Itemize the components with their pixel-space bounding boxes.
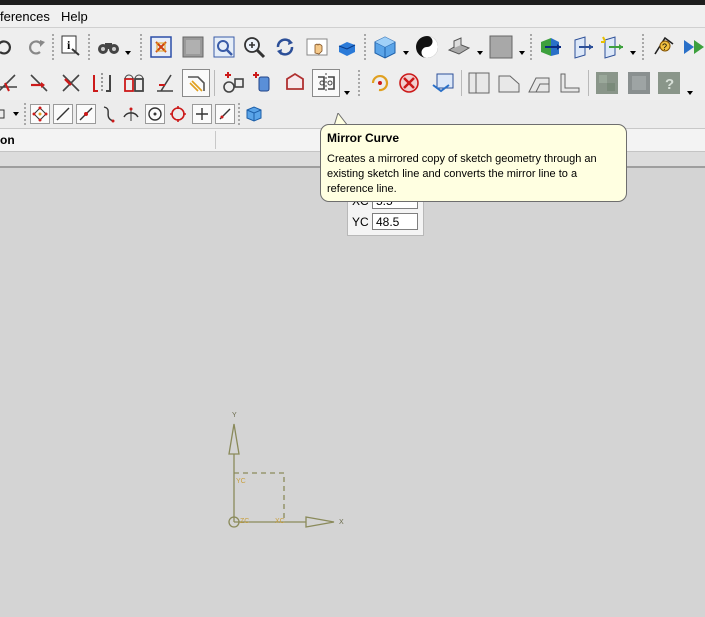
blend-icon[interactable]: [626, 70, 652, 96]
tooltip-title: Mirror Curve: [327, 131, 400, 145]
rectangle-icon[interactable]: [526, 70, 552, 96]
texture-icon[interactable]: [594, 70, 620, 96]
selection-icon[interactable]: [0, 101, 8, 127]
snap-endpoint-icon[interactable]: [30, 104, 50, 124]
polygon-icon[interactable]: [282, 70, 308, 96]
help-icon[interactable]: ?: [656, 70, 682, 96]
zoom-icon[interactable]: [211, 34, 237, 60]
tangent-icon[interactable]: [120, 101, 142, 127]
y-axis-label: Y: [232, 412, 237, 419]
undo-icon[interactable]: [0, 34, 18, 60]
circle-center-icon[interactable]: [145, 104, 165, 124]
redo-icon[interactable]: [22, 34, 48, 60]
fillet-icon[interactable]: [152, 70, 178, 96]
tooltip-mirror-curve: Mirror Curve Creates a mirrored copy of …: [320, 124, 627, 202]
highlight-dropdown[interactable]: [629, 40, 637, 66]
curve-icon[interactable]: [98, 101, 120, 127]
profile-icon[interactable]: [496, 70, 522, 96]
display-icon[interactable]: [569, 34, 595, 60]
constraint-icon[interactable]: [366, 70, 392, 96]
highlight-icon[interactable]: [599, 34, 625, 60]
delete-icon[interactable]: [396, 70, 422, 96]
view-style-icon[interactable]: [446, 34, 472, 60]
zc-marker: ZC: [240, 518, 249, 525]
sketch-curve-toolbar: ?: [0, 66, 705, 101]
menu-help[interactable]: Help: [61, 9, 88, 24]
orient-view-dropdown[interactable]: [402, 40, 410, 66]
corner-icon[interactable]: [557, 70, 583, 96]
yc-marker: YC: [236, 478, 246, 485]
column-divider[interactable]: [215, 131, 216, 149]
zoom-window-icon[interactable]: [180, 34, 206, 60]
y-axis-arrow: [228, 423, 240, 455]
information-icon[interactable]: i: [58, 33, 84, 59]
extend-icon[interactable]: [26, 70, 52, 96]
convert-icon[interactable]: [430, 70, 456, 96]
x-axis-arrow: [305, 516, 335, 528]
orient-view-icon[interactable]: [372, 34, 398, 60]
svg-text:?: ?: [665, 76, 674, 93]
arrow-icon[interactable]: [682, 34, 705, 60]
snap-midpoint-icon[interactable]: [76, 104, 96, 124]
binoculars-icon[interactable]: [96, 34, 122, 60]
pattern-icon[interactable]: [250, 70, 276, 96]
column-header[interactable]: on: [0, 133, 15, 147]
measure-icon[interactable]: ?: [651, 34, 677, 60]
xc-marker: XC: [275, 518, 285, 525]
background-color-icon[interactable]: [488, 34, 514, 60]
slash-icon[interactable]: [215, 104, 235, 124]
pan-icon[interactable]: [304, 34, 330, 60]
sketch-view-icon[interactable]: [466, 70, 492, 96]
background-color-dropdown[interactable]: [518, 40, 526, 66]
fit-icon[interactable]: [148, 34, 174, 60]
quick-trim-icon[interactable]: [0, 70, 20, 96]
standard-toolbar: i ?: [0, 28, 705, 67]
rotate-icon[interactable]: [272, 34, 298, 60]
render-style-icon[interactable]: [414, 34, 440, 60]
yc-label: YC: [352, 214, 369, 229]
intersect-icon[interactable]: [192, 104, 212, 124]
offset-icon[interactable]: [121, 70, 147, 96]
shaded-view-icon[interactable]: [334, 34, 360, 60]
chamfer-icon[interactable]: [182, 69, 210, 97]
make-corner-icon[interactable]: [220, 70, 246, 96]
menu-preferences[interactable]: ferences: [0, 9, 50, 24]
selection-dropdown[interactable]: [12, 101, 20, 127]
mirror-icon[interactable]: [89, 70, 115, 96]
yc-row: YC 48.5: [352, 213, 418, 230]
yc-input[interactable]: 48.5: [372, 213, 418, 230]
x-axis-label: X: [339, 519, 344, 526]
snap-line-icon[interactable]: [53, 104, 73, 124]
quadrant-icon[interactable]: [167, 101, 189, 127]
view-style-dropdown[interactable]: [476, 40, 484, 66]
tooltip-description: Creates a mirrored copy of sketch geomet…: [327, 153, 597, 195]
svg-text:?: ?: [662, 42, 667, 52]
cube-icon[interactable]: [243, 101, 265, 127]
magnify-icon[interactable]: [241, 34, 267, 60]
trim-corner-icon[interactable]: [58, 70, 84, 96]
binoculars-dropdown[interactable]: [124, 40, 132, 66]
wcs-icon[interactable]: [537, 34, 563, 60]
mirror-curve-icon[interactable]: [312, 69, 340, 97]
menu-bar: ferences Help: [0, 5, 705, 28]
